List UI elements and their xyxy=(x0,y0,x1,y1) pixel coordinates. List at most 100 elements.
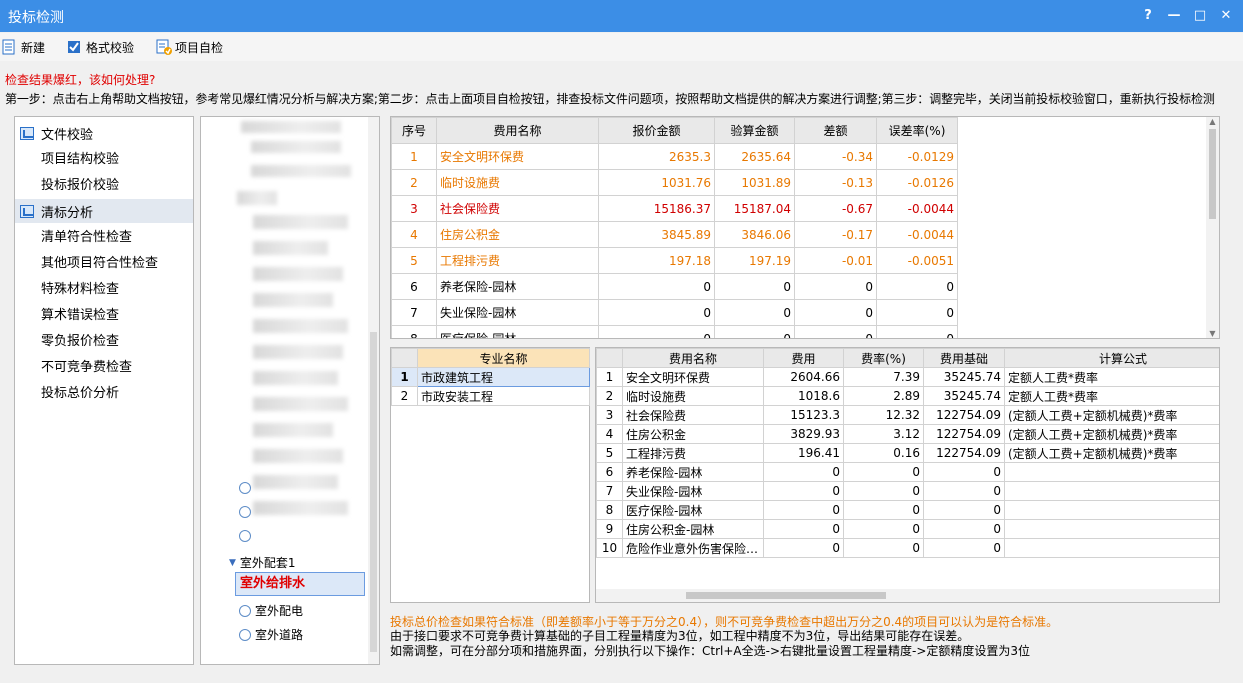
table-row[interactable]: 8 医疗保险-园林 0 0 0 0 xyxy=(391,325,958,338)
nav-group-clear-analysis[interactable]: 清标分析 xyxy=(15,199,193,223)
value-cell: 122754.09 xyxy=(923,405,1005,425)
column-header: 费用基础 xyxy=(923,348,1005,368)
table-row[interactable]: 10 危险作业意外伤害保险… 0 0 0 xyxy=(596,538,1219,558)
new-button[interactable]: 新建 xyxy=(2,39,45,56)
amount-cell: 0 xyxy=(876,299,958,326)
table-row[interactable]: 1 安全文明环保费 2604.66 7.39 35245.74 定额人工费*费率 xyxy=(596,367,1219,387)
table-row[interactable]: 6 养老保险-园林 0 0 0 xyxy=(596,462,1219,482)
vertical-scrollbar[interactable]: ▲ ▼ xyxy=(1206,117,1219,338)
nav-item-special-material[interactable]: 特殊材料检查 xyxy=(15,277,193,303)
nav-item-list-compliance[interactable]: 清单符合性检查 xyxy=(15,225,193,251)
nav-item-zero-negative[interactable]: 零负报价检查 xyxy=(15,329,193,355)
fee-name: 临时设施费 xyxy=(436,169,599,196)
amount-cell: 15186.37 xyxy=(598,195,715,222)
fee-name: 医疗保险-园林 xyxy=(436,325,599,338)
tree-node[interactable] xyxy=(239,482,251,494)
tree-node[interactable] xyxy=(239,506,251,518)
table-row[interactable]: 9 住房公积金-园林 0 0 0 xyxy=(596,519,1219,539)
blurred-content xyxy=(253,475,338,489)
value-cell: 0 xyxy=(843,481,924,501)
blurred-content xyxy=(253,267,343,281)
close-button[interactable]: ✕ xyxy=(1215,6,1237,26)
scroll-thumb[interactable] xyxy=(370,332,377,652)
fee-name: 安全文明环保费 xyxy=(436,143,599,170)
value-cell: 0.16 xyxy=(843,443,924,463)
window-title: 投标检测 xyxy=(8,10,64,26)
table-row[interactable]: 7 失业保险-园林 0 0 0 xyxy=(596,481,1219,501)
minimize-button[interactable]: — xyxy=(1163,6,1185,26)
scroll-thumb[interactable] xyxy=(686,592,886,599)
tree-node-selected[interactable]: 室外给排水 xyxy=(235,572,365,596)
row-index: 1 xyxy=(391,367,418,387)
nav-item-project-structure[interactable]: 项目结构校验 xyxy=(15,147,193,173)
table-row[interactable]: 5 工程排污费 196.41 0.16 122754.09 (定额人工费+定额机械费)*费… xyxy=(596,443,1219,463)
note-line-3: 如需调整，可在分部分项和措施界面，分别执行以下操作：Ctrl+A全选->右键批量… xyxy=(390,644,1031,658)
nav-group-file-check[interactable]: 文件校验 xyxy=(15,121,193,145)
notice-warning: 检查结果爆红，该如何处理? xyxy=(5,73,156,87)
tree-node[interactable]: 室外配电 xyxy=(239,602,303,619)
title-bar: 投标检测 ? — □ ✕ xyxy=(0,0,1243,32)
amount-cell: 0 xyxy=(598,299,715,326)
fee-name: 工程排污费 xyxy=(436,247,599,274)
table-row[interactable]: 6 养老保险-园林 0 0 0 0 xyxy=(391,273,958,300)
nav-item-total-price[interactable]: 投标总价分析 xyxy=(15,381,193,407)
formula-cell xyxy=(1004,481,1219,501)
value-cell: 0 xyxy=(843,462,924,482)
value-cell: 12.32 xyxy=(843,405,924,425)
amount-cell: 0 xyxy=(598,325,715,338)
formula-cell xyxy=(1004,519,1219,539)
amount-cell: 1031.76 xyxy=(598,169,715,196)
value-cell: 0 xyxy=(923,462,1005,482)
scroll-thumb[interactable] xyxy=(1209,129,1216,219)
tree-node[interactable] xyxy=(239,530,251,542)
nav-item-bid-price[interactable]: 投标报价校验 xyxy=(15,173,193,199)
help-button[interactable]: ? xyxy=(1137,6,1159,26)
tree-node[interactable]: 室外道路 xyxy=(239,626,303,643)
table-row[interactable]: 2 临时设施费 1018.6 2.89 35245.74 定额人工费*费率 xyxy=(596,386,1219,406)
blurred-content xyxy=(253,241,328,255)
table-row[interactable]: 4 住房公积金 3829.93 3.12 122754.09 (定额人工费+定额机械费)*… xyxy=(596,424,1219,444)
table-row[interactable]: 2 市政安装工程 xyxy=(391,386,590,406)
tree-group-label: 室外配套1 xyxy=(239,556,296,570)
table-row[interactable]: 7 失业保险-园林 0 0 0 0 xyxy=(391,299,958,326)
table-row[interactable]: 5 工程排污费 197.18 197.19 -0.01 -0.0051 xyxy=(391,247,958,274)
value-cell: 1018.6 xyxy=(763,386,844,406)
fee-name: 住房公积金 xyxy=(436,221,599,248)
column-header: 差额 xyxy=(794,117,877,144)
column-header-index xyxy=(596,348,623,368)
table-row[interactable]: 1 市政建筑工程 xyxy=(391,367,590,387)
table-row[interactable]: 3 社会保险费 15186.37 15187.04 -0.67 -0.0044 xyxy=(391,195,958,222)
table-row[interactable]: 3 社会保险费 15123.3 12.32 122754.09 (定额人工费+定额机械费)… xyxy=(596,405,1219,425)
fee-name: 住房公积金 xyxy=(622,424,764,444)
amount-cell: -0.0051 xyxy=(876,247,958,274)
tree-scrollbar[interactable] xyxy=(368,117,379,664)
row-index: 3 xyxy=(596,405,623,425)
row-index: 7 xyxy=(596,481,623,501)
column-header-profession: 专业名称 xyxy=(417,348,590,368)
blurred-content xyxy=(253,397,348,411)
amount-cell: 15187.04 xyxy=(714,195,795,222)
amount-cell: 2635.3 xyxy=(598,143,715,170)
fee-name: 临时设施费 xyxy=(622,386,764,406)
row-index: 1 xyxy=(391,143,437,170)
value-cell: 35245.74 xyxy=(923,367,1005,387)
table-row[interactable]: 4 住房公积金 3845.89 3846.06 -0.17 -0.0044 xyxy=(391,221,958,248)
horizontal-scrollbar[interactable] xyxy=(596,589,1219,602)
nav-item-noncompetitive-fee[interactable]: 不可竞争费检查 xyxy=(15,355,193,381)
column-header: 计算公式 xyxy=(1004,348,1219,368)
self-check-button[interactable]: 项目自检 xyxy=(156,39,223,56)
table-row[interactable]: 2 临时设施费 1031.76 1031.89 -0.13 -0.0126 xyxy=(391,169,958,196)
new-label: 新建 xyxy=(21,40,46,55)
scroll-up-icon[interactable]: ▲ xyxy=(1206,117,1219,126)
nav-item-arithmetic-error[interactable]: 算术错误检查 xyxy=(15,303,193,329)
amount-cell: 2635.64 xyxy=(714,143,795,170)
nav-item-other-compliance[interactable]: 其他项目符合性检查 xyxy=(15,251,193,277)
row-index: 3 xyxy=(391,195,437,222)
scroll-down-icon[interactable]: ▼ xyxy=(1206,329,1219,338)
tree-group[interactable]: ▼ 室外配套1 xyxy=(229,554,296,571)
maximize-button[interactable]: □ xyxy=(1189,6,1211,26)
table-row[interactable]: 8 医疗保险-园林 0 0 0 xyxy=(596,500,1219,520)
column-header: 序号 xyxy=(391,117,437,144)
table-row[interactable]: 1 安全文明环保费 2635.3 2635.64 -0.34 -0.0129 xyxy=(391,143,958,170)
format-check-button[interactable]: 格式校验 xyxy=(67,39,134,56)
